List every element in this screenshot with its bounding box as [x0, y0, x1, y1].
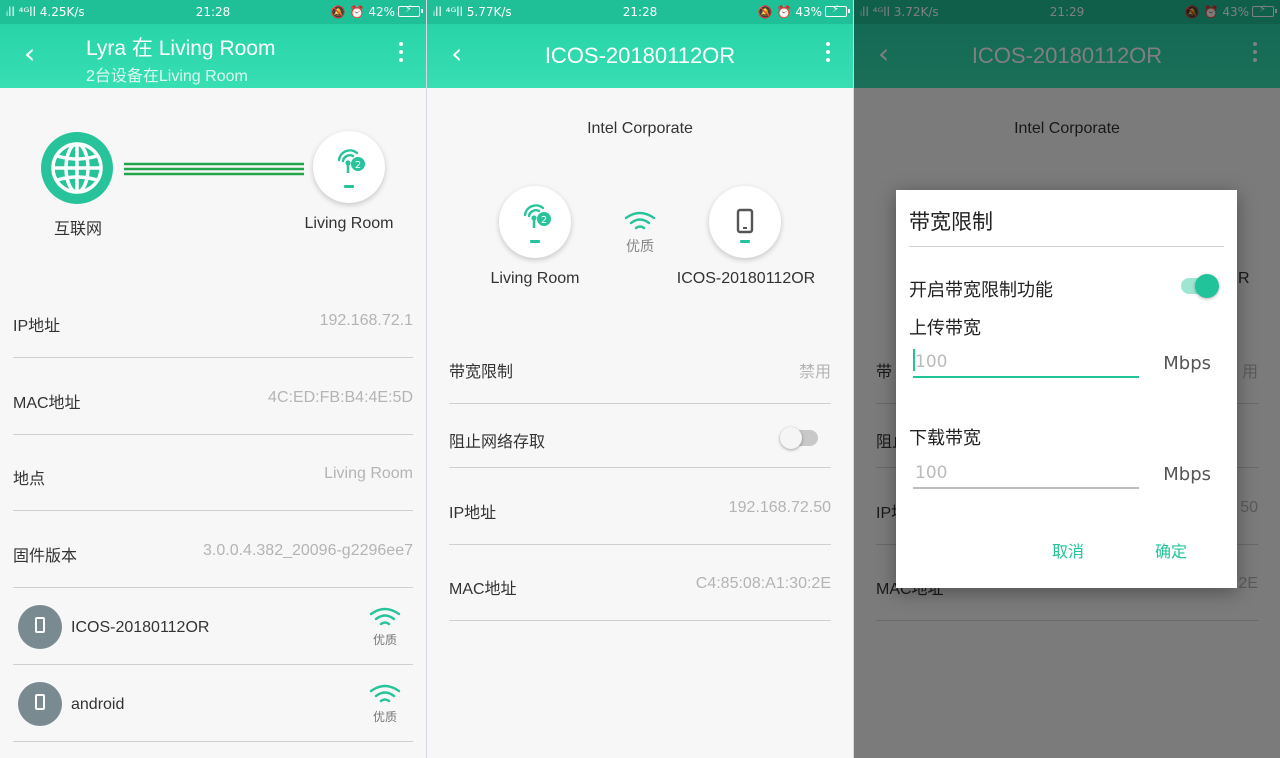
location-label: 地点 — [13, 471, 46, 488]
firmware-label: 固件版本 — [13, 548, 78, 565]
phone-icon — [35, 617, 45, 633]
divider — [13, 741, 413, 742]
divider — [449, 403, 831, 404]
bandwidth-dialog-screen: ᵢll ⁴ᴳll 3.72K/s 21:29 🔕 ⏰ 43%⚡ ‹ ICOS-2… — [854, 0, 1280, 758]
phone-icon — [35, 694, 45, 710]
page-title: Lyra 在 Living Room — [86, 37, 276, 60]
block-access-label: 阻止网络存取 — [449, 434, 546, 451]
phone-icon — [736, 208, 754, 234]
status-right: 🔕 ⏰ 42% ⚡ — [331, 4, 423, 19]
bandwidth-limit-dialog: 带宽限制 开启带宽限制功能 上传带宽 100 Mbps 下载带宽 100 Mbp… — [896, 190, 1237, 588]
ip-value: 192.168.72.1 — [319, 312, 413, 329]
wifi-icon — [369, 607, 401, 626]
status-bar: ᵢll ⁴ᴳll 4.25K/s 21:28 🔕 ⏰ 42% ⚡ — [0, 0, 426, 24]
page-subtitle: 2台设备在Living Room — [86, 68, 248, 85]
mac-label: MAC地址 — [13, 395, 81, 412]
device-node[interactable] — [709, 186, 781, 258]
router-icon: 2 — [337, 149, 365, 173]
ip-value: 192.168.72.50 — [728, 499, 831, 516]
ip-label: IP地址 — [13, 318, 61, 335]
router-indicator — [344, 185, 354, 188]
device-indicator — [740, 240, 750, 243]
bandwidth-limit-value[interactable]: 禁用 — [799, 358, 831, 382]
wifi-icon — [624, 211, 656, 230]
quality-label: 优质 — [626, 239, 654, 255]
more-menu-icon[interactable] — [825, 42, 831, 66]
device-name: ICOS-20180112OR — [71, 619, 210, 636]
divider — [13, 434, 413, 435]
connection-line — [124, 162, 304, 176]
download-unit: Mbps — [1163, 464, 1211, 485]
battery-icon: ⚡ — [825, 4, 850, 17]
vendor-label: Intel Corporate — [587, 120, 693, 137]
upload-input-underline — [913, 376, 1139, 378]
divider — [449, 467, 831, 468]
divider — [13, 664, 413, 665]
mac-value: 4C:ED:FB:B4:4E:5D — [268, 389, 413, 406]
link-quality: 优质 — [623, 210, 657, 256]
upload-label: 上传带宽 — [909, 318, 981, 339]
cancel-button[interactable]: 取消 — [1052, 538, 1084, 562]
router-node[interactable]: 2 — [499, 186, 571, 258]
device-label: ICOS-20180112OR — [676, 270, 816, 287]
enable-limit-toggle[interactable] — [1181, 274, 1219, 298]
block-access-toggle[interactable] — [780, 427, 818, 449]
dialog-title: 带宽限制 — [909, 210, 993, 234]
signal-quality: 优质 — [368, 606, 402, 648]
device-detail-screen: ᵢll ⁴ᴳll 5.77K/s 21:28 🔕 ⏰ 43% ⚡ ‹ ICOS-2… — [427, 0, 853, 758]
upload-input[interactable]: 100 — [915, 352, 947, 372]
firmware-value: 3.0.0.4.382_20096-g2296ee7 — [203, 542, 413, 559]
bandwidth-limit-label[interactable]: 带宽限制 — [449, 358, 513, 382]
router-node[interactable]: 2 — [313, 131, 385, 203]
divider — [13, 357, 413, 358]
wifi-icon — [369, 684, 401, 703]
device-name: android — [71, 696, 125, 713]
dialog-divider — [909, 246, 1224, 247]
divider — [13, 510, 413, 511]
app-bar: ‹ ICOS-20180112OR — [427, 24, 853, 88]
divider — [13, 587, 413, 588]
status-right: 🔕 ⏰ 43%⚡ — [758, 4, 850, 19]
back-arrow-icon[interactable]: ‹ — [24, 40, 35, 68]
router-label: Living Room — [490, 270, 580, 287]
location-value[interactable]: Living Room — [324, 465, 413, 483]
battery-percent: 42% — [368, 5, 395, 19]
enable-limit-label: 开启带宽限制功能 — [909, 280, 1053, 301]
mac-label: MAC地址 — [449, 581, 517, 598]
divider — [449, 620, 831, 621]
router-detail-screen: ᵢll ⁴ᴳll 4.25K/s 21:28 🔕 ⏰ 42% ⚡ ‹ Lyra 在… — [0, 0, 426, 758]
page-title: ICOS-20180112OR — [544, 43, 736, 68]
router-badge: 2 — [355, 160, 361, 171]
quality-label: 优质 — [372, 710, 397, 724]
divider — [449, 544, 831, 545]
router-icon: 2 — [523, 204, 551, 228]
download-label: 下载带宽 — [909, 428, 981, 449]
upload-unit: Mbps — [1163, 353, 1211, 374]
ip-label: IP地址 — [449, 505, 497, 522]
router-label: Living Room — [304, 215, 394, 232]
router-badge: 2 — [541, 215, 547, 226]
more-menu-icon[interactable] — [398, 42, 404, 66]
battery-percent: 43% — [795, 5, 822, 19]
globe-icon — [41, 132, 113, 204]
status-bar: ᵢll ⁴ᴳll 5.77K/s 21:28 🔕 ⏰ 43% ⚡ — [427, 0, 853, 24]
mac-value: C4:85:08:A1:30:2E — [695, 575, 831, 592]
download-input-underline — [913, 487, 1139, 489]
device-avatar — [18, 605, 62, 649]
quality-label: 优质 — [372, 633, 397, 647]
internet-label: 互联网 — [53, 221, 102, 238]
download-input[interactable]: 100 — [915, 463, 947, 483]
signal-quality: 优质 — [368, 683, 402, 725]
battery-icon: ⚡ — [398, 4, 423, 17]
confirm-button[interactable]: 确定 — [1155, 538, 1187, 562]
device-avatar — [18, 682, 62, 726]
app-bar: ‹ Lyra 在 Living Room 2台设备在Living Room — [0, 24, 426, 88]
router-indicator — [530, 240, 540, 243]
